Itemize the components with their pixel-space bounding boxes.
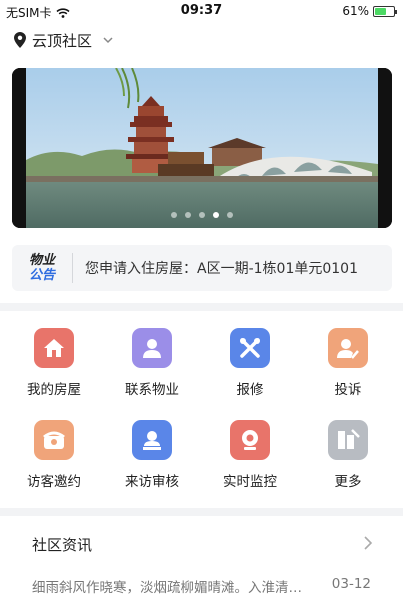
function-grid: 我的房屋 联系物业 报修 投诉 访客邀约 来访审核 实时监控 更多: [0, 320, 403, 500]
carousel-dot[interactable]: [199, 212, 205, 218]
person-edit-icon: [328, 328, 368, 368]
notice-divider: [72, 253, 73, 283]
notice-logo: 物业 公告: [12, 245, 72, 291]
banner-image: [12, 68, 392, 228]
news-section-title: 社区资讯: [32, 536, 93, 554]
battery-fill: [375, 7, 386, 15]
battery-icon: [373, 5, 397, 17]
location-name: 云顶社区: [32, 31, 93, 50]
carousel-dots: [12, 212, 392, 218]
chevron-right-icon: [364, 536, 373, 550]
camera-icon: [230, 420, 270, 460]
banner-carousel[interactable]: [12, 68, 392, 228]
status-right: 61%: [342, 4, 397, 18]
carousel-dot[interactable]: [185, 212, 191, 218]
section-divider: [0, 303, 403, 311]
menu-label: 报修: [236, 382, 264, 398]
news-item-date: 03-12: [331, 576, 371, 592]
menu-label: 更多: [334, 474, 362, 490]
battery-percent: 61%: [342, 4, 369, 18]
menu-my-house[interactable]: 我的房屋: [4, 328, 104, 408]
person-icon: [132, 328, 172, 368]
news-list-item[interactable]: 细雨斜风作晓寒，淡烟疏柳媚晴滩。入淮清洛渐漫漫 03-12: [0, 570, 403, 600]
menu-label: 来访审核: [125, 474, 179, 490]
menu-complaint[interactable]: 投诉: [298, 328, 398, 408]
menu-label: 访客邀约: [27, 474, 81, 490]
carousel-dot[interactable]: [227, 212, 233, 218]
news-item-text: 细雨斜风作晓寒，淡烟疏柳媚晴滩。入淮清洛渐漫漫: [32, 580, 302, 596]
menu-label: 实时监控: [223, 474, 277, 490]
notice-logo-line2: 公告: [28, 268, 55, 283]
menu-visitor-invite[interactable]: 访客邀约: [4, 420, 104, 500]
section-divider: [0, 508, 403, 516]
menu-contact-property[interactable]: 联系物业: [102, 328, 202, 408]
house-icon: [34, 328, 74, 368]
notice-logo-line1: 物业: [28, 253, 55, 268]
location-selector[interactable]: 云顶社区: [14, 30, 114, 50]
notice-text: 您申请入住房屋：A区一期-1栋01单元0101: [85, 261, 358, 277]
menu-live-monitor[interactable]: 实时监控: [200, 420, 300, 500]
property-notice[interactable]: 物业 公告 您申请入住房屋：A区一期-1栋01单元0101: [12, 245, 392, 291]
menu-label: 投诉: [334, 382, 362, 398]
more-icon: [328, 420, 368, 460]
status-bar: 无SIM卡 09:37 61%: [0, 0, 403, 22]
phone-icon: [34, 420, 74, 460]
menu-more[interactable]: 更多: [298, 420, 398, 500]
menu-repair[interactable]: 报修: [200, 328, 300, 408]
menu-label: 联系物业: [125, 382, 179, 398]
community-news-header[interactable]: 社区资讯: [0, 520, 403, 566]
carousel-dot[interactable]: [213, 212, 219, 218]
person-badge-icon: [132, 420, 172, 460]
menu-label: 我的房屋: [27, 382, 81, 398]
menu-visit-review[interactable]: 来访审核: [102, 420, 202, 500]
chevron-down-icon: [103, 37, 113, 44]
location-pin-icon: [14, 32, 26, 48]
tools-icon: [230, 328, 270, 368]
carousel-dot[interactable]: [171, 212, 177, 218]
